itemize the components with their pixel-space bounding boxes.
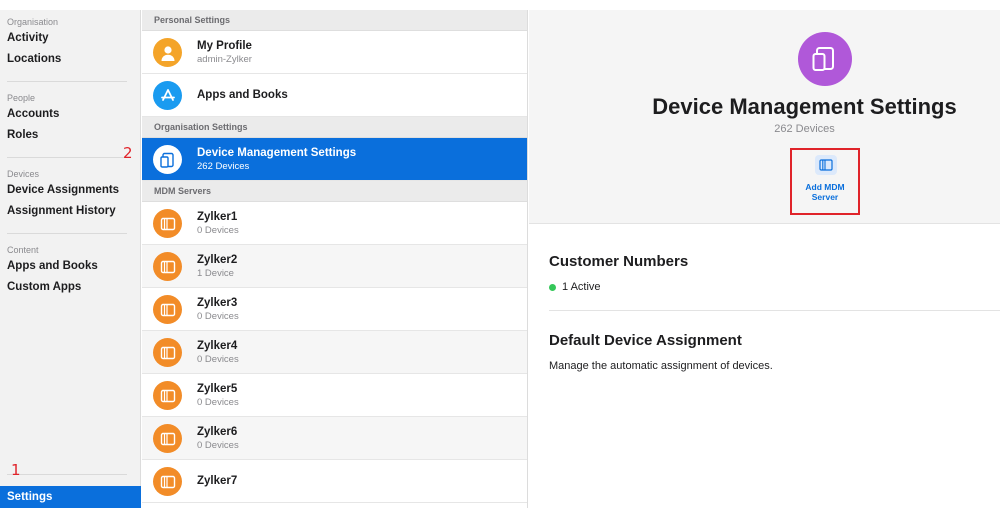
- list-item-zylker7[interactable]: Zylker7: [142, 460, 527, 503]
- sidebar-item-custom-apps[interactable]: Custom Apps: [0, 277, 141, 298]
- row-subtitle: admin-Zylker: [197, 54, 252, 65]
- sidebar-item-locations[interactable]: Locations: [0, 49, 141, 70]
- row-subtitle: 0 Devices: [197, 397, 239, 408]
- sidebar-item-assignment-history[interactable]: Assignment History: [0, 201, 141, 222]
- sidebar-heading: Devices: [7, 169, 40, 179]
- server-icon: [153, 295, 182, 324]
- sidebar-item-settings[interactable]: Settings: [0, 486, 141, 508]
- person-icon: [153, 38, 182, 67]
- detail-header: Device Management Settings 262 Devices A…: [529, 10, 1000, 224]
- sidebar-item-device-assignments[interactable]: Device Assignments: [0, 180, 141, 201]
- active-status: 1 Active: [549, 281, 601, 293]
- list-item-my-profile[interactable]: My Profile admin-Zylker: [142, 31, 527, 74]
- row-subtitle: 0 Devices: [197, 225, 239, 236]
- row-subtitle: 0 Devices: [197, 311, 239, 322]
- server-icon: [815, 155, 837, 175]
- row-subtitle: 0 Devices: [197, 440, 239, 451]
- section-header-organisation: Organisation Settings: [142, 117, 527, 138]
- list-item-zylker5[interactable]: Zylker5 0 Devices: [142, 374, 527, 417]
- list-item-zylker6[interactable]: Zylker6 0 Devices: [142, 417, 527, 460]
- list-item-zylker3[interactable]: Zylker3 0 Devices: [142, 288, 527, 331]
- row-title: Zylker3: [197, 297, 238, 309]
- sidebar-divider: [7, 233, 127, 234]
- label-line: Add MDM: [805, 182, 845, 192]
- devices-icon: [798, 32, 852, 86]
- server-icon: [153, 424, 182, 453]
- sidebar-item-roles[interactable]: Roles: [0, 125, 141, 146]
- sidebar-group-organisation: Organisation Activity Locations: [0, 16, 141, 70]
- sidebar-divider: [7, 474, 127, 475]
- row-title: Zylker5: [197, 383, 238, 395]
- page-title: Device Management Settings: [652, 94, 957, 119]
- default-assignment-heading: Default Device Assignment: [549, 332, 742, 349]
- label-line: Server: [811, 192, 839, 202]
- list-item-zylker4[interactable]: Zylker4 0 Devices: [142, 331, 527, 374]
- customer-numbers-heading: Customer Numbers: [549, 253, 689, 270]
- row-title: Zylker7: [197, 475, 238, 487]
- row-title: Zylker4: [197, 340, 238, 352]
- list-item-device-management-settings[interactable]: Device Management Settings 262 Devices: [142, 138, 527, 181]
- server-icon: [153, 381, 182, 410]
- divider: [549, 310, 1000, 311]
- settings-list: Personal Settings My Profile admin-Zylke…: [142, 10, 528, 508]
- sidebar-item-activity[interactable]: Activity: [0, 28, 141, 49]
- list-item-zylker1[interactable]: Zylker1 0 Devices: [142, 202, 527, 245]
- sidebar-item-apps-and-books[interactable]: Apps and Books: [0, 256, 141, 277]
- section-header-mdm-servers: MDM Servers: [142, 181, 527, 202]
- server-icon: [153, 467, 182, 496]
- default-assignment-description: Manage the automatic assignment of devic…: [549, 360, 773, 372]
- sidebar-heading: Organisation: [7, 17, 59, 27]
- server-icon: [153, 338, 182, 367]
- sidebar-divider: [7, 157, 127, 158]
- devices-icon: [153, 145, 182, 174]
- detail-pane: Device Management Settings 262 Devices A…: [529, 10, 1000, 508]
- active-count: 1 Active: [562, 281, 601, 293]
- annotation-2: 2: [123, 144, 133, 162]
- device-count: 262 Devices: [774, 123, 835, 135]
- add-mdm-server-button[interactable]: Add MDM Server: [790, 148, 860, 215]
- sidebar-divider: [7, 81, 127, 82]
- list-item-apps-and-books[interactable]: Apps and Books: [142, 74, 527, 117]
- sidebar: Organisation Activity Locations People A…: [0, 10, 141, 508]
- row-subtitle: 1 Device: [197, 268, 234, 279]
- add-mdm-server-label: Add MDM Server: [792, 182, 858, 202]
- sidebar-item-accounts[interactable]: Accounts: [0, 104, 141, 125]
- app-store-icon: [153, 81, 182, 110]
- sidebar-group-devices: Devices Device Assignments Assignment Hi…: [0, 168, 141, 222]
- server-icon: [153, 252, 182, 281]
- row-subtitle: 262 Devices: [197, 161, 250, 172]
- server-icon: [153, 209, 182, 238]
- sidebar-heading: Content: [7, 245, 39, 255]
- row-title: My Profile: [197, 40, 252, 52]
- row-title: Device Management Settings: [197, 147, 357, 159]
- annotation-1: 1: [11, 461, 21, 479]
- sidebar-heading: People: [7, 93, 36, 103]
- row-title: Apps and Books: [197, 89, 288, 101]
- section-header-personal: Personal Settings: [142, 10, 527, 31]
- row-subtitle: 0 Devices: [197, 354, 239, 365]
- sidebar-group-people: People Accounts Roles: [0, 92, 141, 146]
- row-title: Zylker6: [197, 426, 238, 438]
- row-title: Zylker1: [197, 211, 238, 223]
- list-item-zylker2[interactable]: Zylker2 1 Device: [142, 245, 527, 288]
- sidebar-group-content: Content Apps and Books Custom Apps: [0, 244, 141, 298]
- row-title: Zylker2: [197, 254, 238, 266]
- mdm-server-list: Zylker1 0 Devices Zylker2 1 Device Zylke…: [142, 202, 527, 503]
- status-dot-icon: [549, 283, 556, 291]
